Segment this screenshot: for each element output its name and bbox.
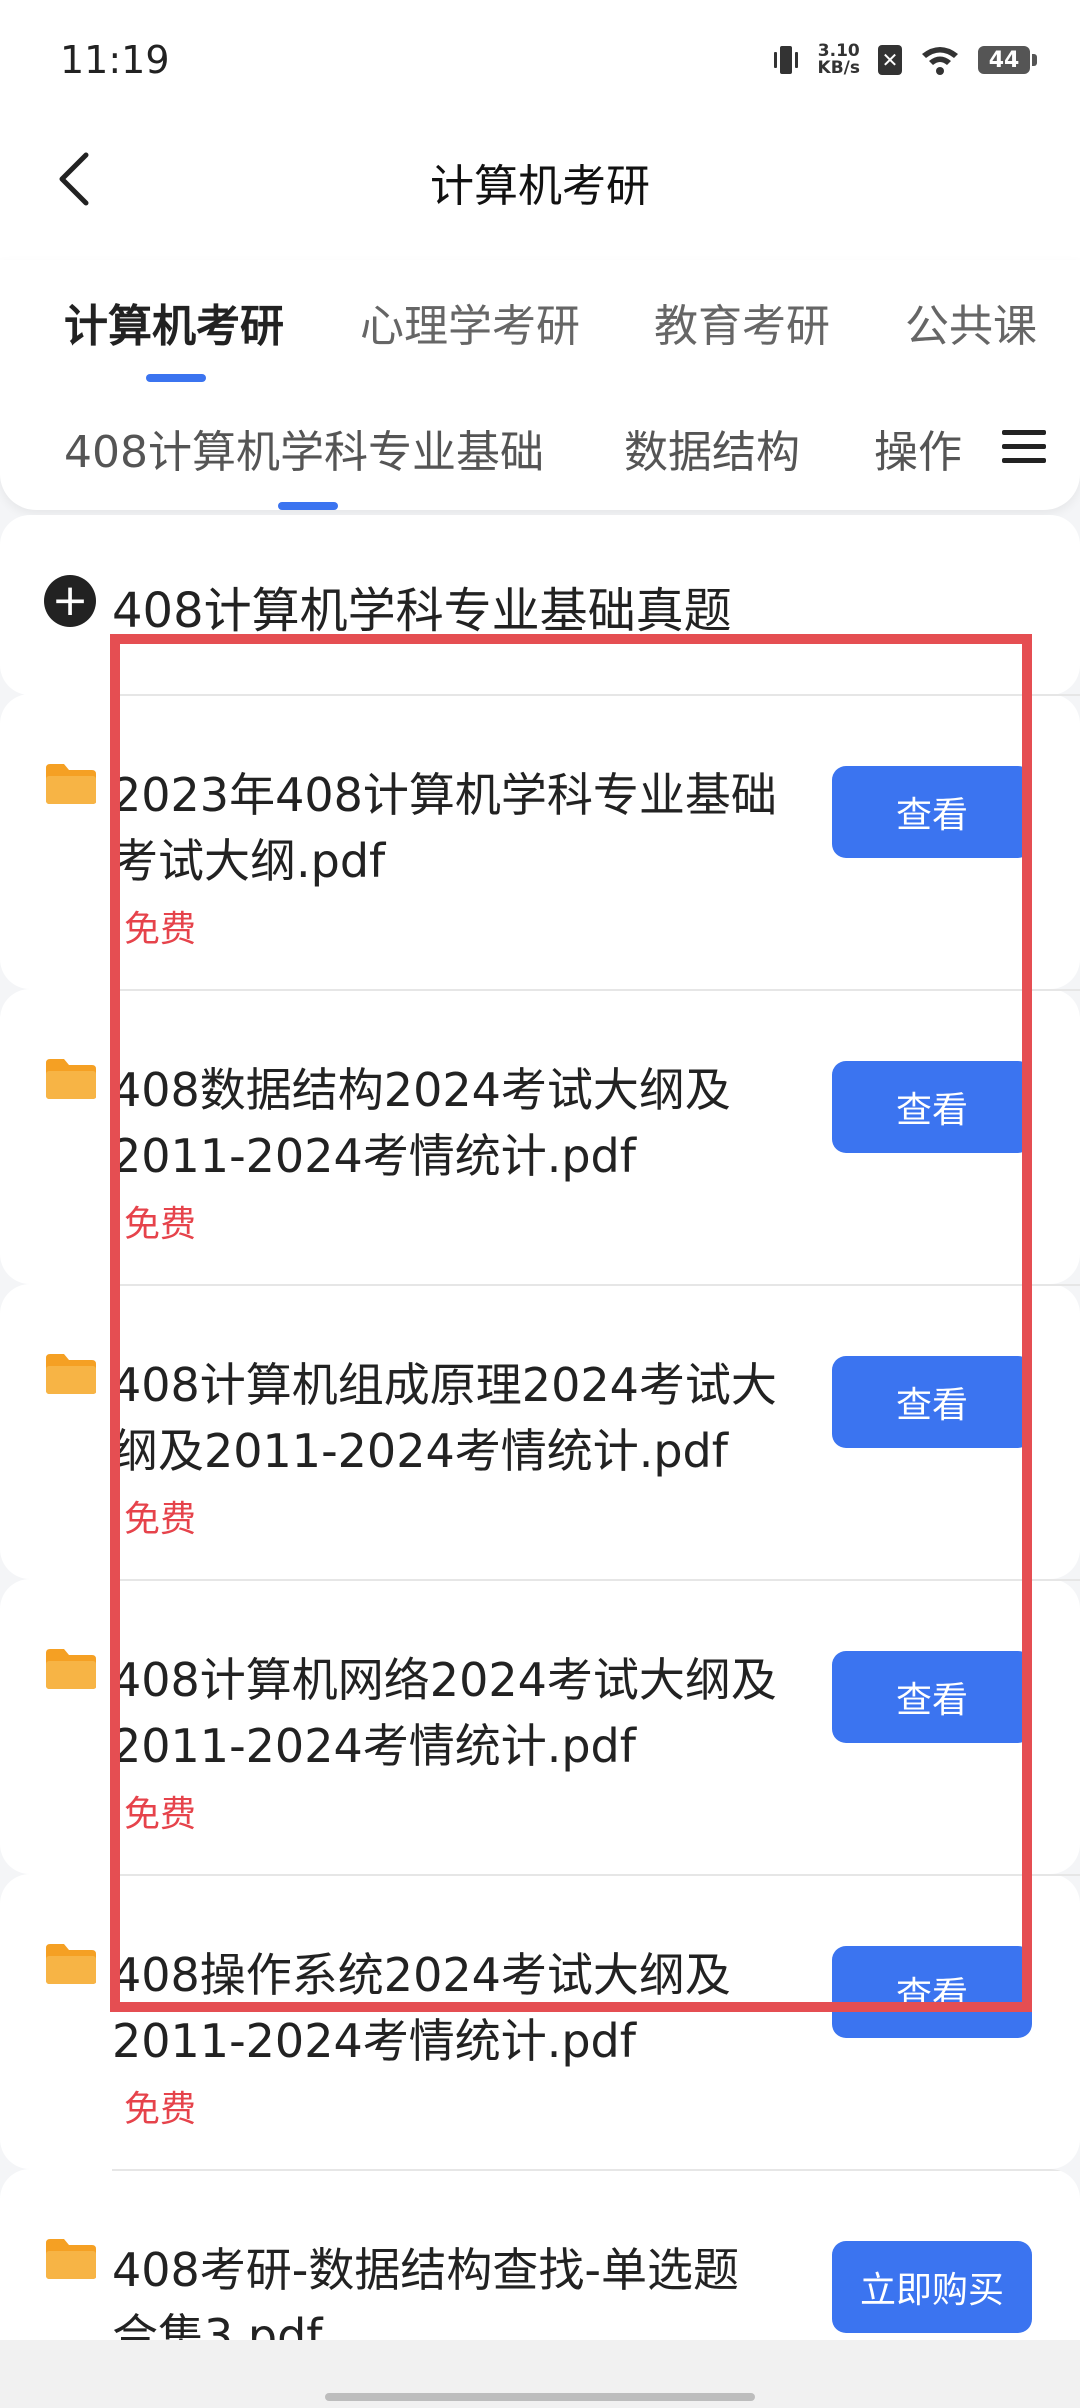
page-title: 计算机考研 xyxy=(430,161,650,212)
file-name-line2: 纲及2011-2024考情统计.pdf xyxy=(112,1424,728,1478)
folder-icon xyxy=(46,1059,96,1099)
tab-operating-systems[interactable]: 操作 xyxy=(874,416,962,480)
file-name-line1: 408考研-数据结构查找-单选题 xyxy=(112,2243,739,2297)
file-name: 408计算机网络2024考试大纲及 2011-2024考情统计.pdf xyxy=(112,1647,802,1779)
file-name: 408计算机组成原理2024考试大 纲及2011-2024考情统计.pdf xyxy=(112,1352,802,1484)
file-name-line1: 408数据结构2024考试大纲及 xyxy=(112,1063,731,1117)
file-name-line2: 2011-2024考情统计.pdf xyxy=(112,1129,636,1183)
file-row: 408操作系统2024考试大纲及 2011-2024考情统计.pdf 免费 查看 xyxy=(0,1874,1080,2169)
file-name-line2: 2011-2024考情统计.pdf xyxy=(112,2014,636,2068)
section-header[interactable]: + 408计算机学科专业基础真题 xyxy=(0,515,1080,695)
category-tab-indicator xyxy=(146,374,206,382)
view-button[interactable]: 查看 xyxy=(832,766,1032,858)
folder-icon xyxy=(46,1649,96,1689)
buy-now-button[interactable]: 立即购买 xyxy=(832,2241,1032,2333)
file-name-line2: 考试大纲.pdf xyxy=(112,834,386,888)
network-speed: 3.10 KB/s xyxy=(818,43,860,77)
file-name-line1: 408计算机网络2024考试大纲及 xyxy=(112,1653,777,1707)
free-tag: 免费 xyxy=(124,1794,197,1835)
subject-tabs: 408计算机学科专业基础 数据结构 操作 xyxy=(0,420,1080,510)
folder-icon xyxy=(46,1944,96,1984)
file-name-line1: 2023年408计算机学科专业基础 xyxy=(112,768,777,822)
status-icons: 3.10 KB/s ✕ 44 xyxy=(772,40,1037,80)
file-name: 408数据结构2024考试大纲及 2011-2024考情统计.pdf xyxy=(112,1057,802,1189)
tab-psychology-postgrad[interactable]: 心理学考研 xyxy=(360,290,580,380)
file-row: 408计算机网络2024考试大纲及 2011-2024考情统计.pdf 免费 查… xyxy=(0,1579,1080,1874)
category-tabs: 计算机考研 心理学考研 教育考研 公共课 xyxy=(0,290,1080,380)
view-button[interactable]: 查看 xyxy=(832,1946,1032,2038)
view-button[interactable]: 查看 xyxy=(832,1061,1032,1153)
file-row: 408计算机组成原理2024考试大 纲及2011-2024考情统计.pdf 免费… xyxy=(0,1284,1080,1579)
free-tag: 免费 xyxy=(124,909,197,950)
tab-computer-postgrad[interactable]: 计算机考研 xyxy=(64,290,284,380)
folder-icon xyxy=(46,1354,96,1394)
home-indicator[interactable] xyxy=(325,2393,755,2401)
file-name-line1: 408操作系统2024考试大纲及 xyxy=(112,1948,731,2002)
tab-data-structures[interactable]: 数据结构 xyxy=(624,416,800,480)
vibrate-icon xyxy=(773,46,798,74)
free-tag: 免费 xyxy=(124,1204,197,1245)
file-name-line1: 408计算机组成原理2024考试大 xyxy=(112,1358,777,1412)
folder-icon xyxy=(46,2239,96,2279)
free-tag: 免费 xyxy=(124,1499,197,1540)
view-button[interactable]: 查看 xyxy=(832,1651,1032,1743)
file-name-line2: 2011-2024考情统计.pdf xyxy=(112,1719,636,1773)
status-bar: 11:19 3.10 KB/s ✕ 44 xyxy=(0,0,1080,130)
plus-circle-icon: + xyxy=(44,575,96,627)
view-button[interactable]: 查看 xyxy=(832,1356,1032,1448)
network-speed-unit: KB/s xyxy=(817,58,860,78)
file-row: 2023年408计算机学科专业基础 考试大纲.pdf 免费 查看 xyxy=(0,694,1080,989)
status-time: 11:19 xyxy=(60,38,170,82)
nav-bar: 计算机考研 xyxy=(0,130,1080,260)
file-row: 408考研-数据结构查找-单选题 合集3.pdf 立即购买 xyxy=(0,2169,1080,2340)
section-title: 408计算机学科专业基础真题 xyxy=(112,583,732,639)
file-row: 408数据结构2024考试大纲及 2011-2024考情统计.pdf 免费 查看 xyxy=(0,989,1080,1284)
notification-x-icon: ✕ xyxy=(878,45,902,75)
free-tag: 免费 xyxy=(124,2089,197,2130)
file-name: 408考研-数据结构查找-单选题 合集3.pdf xyxy=(112,2237,802,2340)
tab-education-postgrad[interactable]: 教育考研 xyxy=(654,290,830,380)
wifi-icon xyxy=(922,47,958,75)
tabs-card: 计算机考研 心理学考研 教育考研 公共课 408计算机学科专业基础 数据结构 操… xyxy=(0,260,1080,510)
file-name: 408操作系统2024考试大纲及 2011-2024考情统计.pdf xyxy=(112,1942,802,2074)
file-name: 2023年408计算机学科专业基础 考试大纲.pdf xyxy=(112,762,802,894)
menu-icon[interactable] xyxy=(1000,422,1050,472)
folder-icon xyxy=(46,764,96,804)
file-name-line2: 合集3.pdf xyxy=(112,2309,323,2340)
tab-public-courses[interactable]: 公共课 xyxy=(905,290,1037,380)
battery-icon: 44 xyxy=(978,46,1037,74)
subject-tab-indicator xyxy=(278,502,338,510)
tab-408-foundation[interactable]: 408计算机学科专业基础 xyxy=(64,416,544,480)
